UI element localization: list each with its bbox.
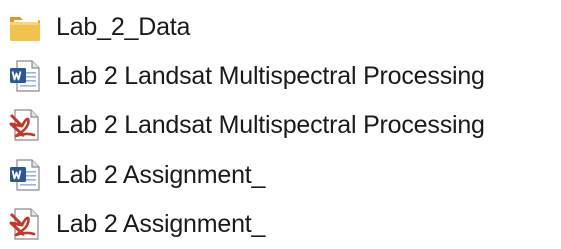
file-name: Lab 2 Landsat Multispectral Processing bbox=[56, 62, 485, 90]
file-item-assignment-docx[interactable]: Lab 2 Assignment_ bbox=[6, 155, 265, 195]
word-document-icon bbox=[6, 156, 44, 194]
file-item-lab-2-data-folder[interactable]: Lab_2_Data bbox=[6, 7, 190, 47]
file-item-landsat-processing-docx[interactable]: Lab 2 Landsat Multispectral Processing bbox=[6, 56, 485, 96]
file-item-landsat-processing-pdf[interactable]: Lab 2 Landsat Multispectral Processing bbox=[6, 105, 485, 145]
pdf-document-icon bbox=[6, 205, 44, 243]
file-name: Lab_2_Data bbox=[56, 13, 191, 41]
pdf-document-icon bbox=[6, 106, 44, 144]
folder-icon bbox=[6, 8, 44, 46]
file-list: Lab_2_Data Lab 2 Landsat Multispectral P… bbox=[0, 0, 561, 249]
file-name: Lab 2 Assignment_ bbox=[56, 210, 266, 238]
file-item-assignment-pdf[interactable]: Lab 2 Assignment_ bbox=[6, 204, 265, 244]
file-name: Lab 2 Landsat Multispectral Processing bbox=[56, 111, 485, 139]
word-document-icon bbox=[6, 57, 44, 95]
file-name: Lab 2 Assignment_ bbox=[56, 161, 266, 189]
